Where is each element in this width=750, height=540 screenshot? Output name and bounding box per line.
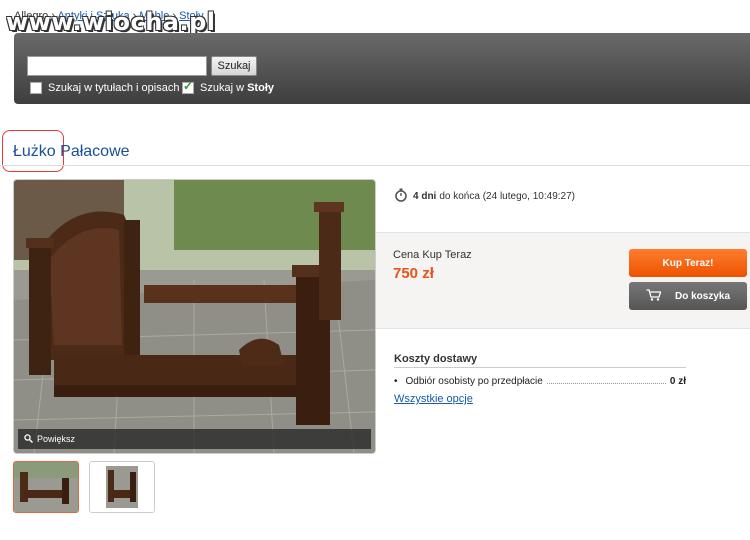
thumbnail-2[interactable] <box>89 461 155 513</box>
bullet: • <box>394 376 398 387</box>
thumbnail-1[interactable] <box>13 461 79 513</box>
search-titles-label: Szukaj w tytułach i opisach <box>48 82 180 94</box>
search-input[interactable] <box>27 56 207 76</box>
zoom-label: Powiększ <box>37 434 76 444</box>
buy-now-button[interactable]: Kup Teraz! <box>629 249 747 277</box>
magnifier-icon <box>24 433 34 445</box>
search-titles-option[interactable]: Szukaj w tytułach i opisach <box>30 82 179 94</box>
search-titles-checkbox[interactable] <box>30 82 42 94</box>
search-category-name: Stoły <box>247 82 274 94</box>
timer-days: 4 dni <box>413 191 437 202</box>
auction-timer: 4 dni do końca (24 lutego, 10:49:27) <box>394 188 575 205</box>
timer-suffix: do końca (24 lutego, 10:49:27) <box>439 191 575 202</box>
title-divider <box>0 165 750 166</box>
buy-panel: Cena Kup Teraz 750 zł Kup Teraz! Do kosz… <box>376 232 750 329</box>
search-button[interactable]: Szukaj <box>211 56 257 76</box>
zoom-bar[interactable]: Powiększ <box>18 429 371 449</box>
thumbnail-image <box>14 462 78 512</box>
shipping-option: • Odbiór osobisty po przedpłacie 0 zł <box>394 376 686 387</box>
stopwatch-icon <box>394 188 408 205</box>
bed-photo-image <box>14 180 375 453</box>
page-title: Łużko Pałacowe <box>13 143 130 161</box>
thumbnail-image <box>90 462 154 512</box>
title-first-word: Łużko <box>13 143 56 160</box>
all-shipping-options-link[interactable]: Wszystkie opcje <box>394 393 473 405</box>
main-photo[interactable]: Powiększ <box>13 179 376 454</box>
title-rest: Pałacowe <box>60 143 130 160</box>
watermark-logo: www.wiocha.pl <box>6 8 216 36</box>
price-label: Cena Kup Teraz <box>393 249 472 261</box>
cart-icon <box>646 288 662 304</box>
dotted-leader <box>546 383 666 384</box>
shipping-option-name: Odbiór osobisty po przedpłacie <box>405 376 543 387</box>
search-category-option[interactable]: Szukaj w Stoły <box>182 79 274 94</box>
search-category-prefix: Szukaj w <box>200 82 245 94</box>
shipping-divider <box>394 367 686 368</box>
add-to-cart-label: Do koszyka <box>674 290 731 302</box>
search-bar: Szukaj Szukaj w tytułach i opisach Szuka… <box>14 33 750 104</box>
shipping-title: Koszty dostawy <box>394 353 478 365</box>
price-value: 750 zł <box>393 265 434 282</box>
shipping-option-price: 0 zł <box>669 376 686 387</box>
add-to-cart-button[interactable]: Do koszyka <box>629 282 747 310</box>
search-category-checkbox[interactable] <box>182 79 194 94</box>
